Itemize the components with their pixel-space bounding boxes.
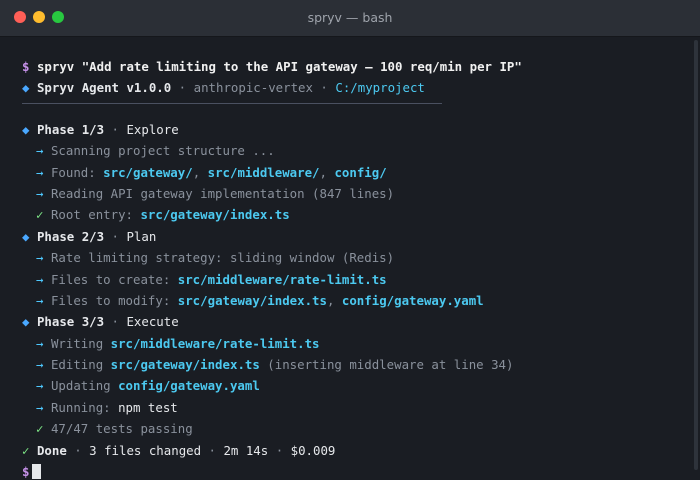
phases-list: ◆ Phase 1/3 · Explore → Scanning project … [22,119,682,440]
step-text: Root entry: [50,207,141,223]
separator: · [171,80,194,96]
step-value: src/middleware/rate-limit.ts [110,335,320,351]
phase-step: ✓ 47/47 tests passing [22,418,682,439]
phase-name: Plan [126,228,157,244]
step-suffix: , [319,164,335,180]
agent-name: Spryv Agent v1.0.0 [36,80,172,96]
diamond-icon: ◆ [22,80,30,96]
step-value: src/middleware/rate-limit.ts [177,271,387,287]
step-value: npm test [118,399,178,415]
phase-step: ✓ Root entry: src/gateway/index.ts [22,204,682,225]
step-value: config/gateway.yaml [118,378,260,394]
step-suffix: (inserting middleware at line 34) [259,357,514,373]
step-text: Running: [50,399,119,415]
step-value: src/gateway/index.ts [110,357,260,373]
check-icon: ✓ [22,442,30,458]
phase-header: ◆ Phase 3/3 · Execute [22,314,179,330]
phase-name: Execute [126,314,179,330]
phase-label: Phase 1/3 [36,121,105,137]
divider [22,102,442,104]
diamond-icon: ◆ [22,228,30,244]
step-suffix: , [192,164,208,180]
step-text: Editing [50,357,111,373]
done-label: Done [36,442,67,458]
prompt-symbol: $ [22,59,30,74]
separator: · [312,80,336,96]
check-icon: ✓ [36,207,44,223]
step-value: src/gateway/ [103,164,193,180]
cost: $0.009 [290,442,336,458]
step-text: Files to modify: [50,292,178,308]
phase-header: ◆ Phase 1/3 · Explore [22,121,179,137]
step-text: Files to create: [50,271,178,287]
text-cursor [32,464,42,480]
terminal-output: $ spryv "Add rate limiting to the API ga… [22,56,682,480]
phase-step: → Updating config/gateway.yaml [22,375,682,396]
arrow-right-icon: → [36,164,44,180]
prompt-line[interactable]: $ [22,461,682,480]
step-value: src/middleware/ [207,164,320,180]
phase-step: → Writing src/middleware/rate-limit.ts [22,333,682,354]
elapsed-time: 2m 14s [223,442,269,458]
phase-step: → Reading API gateway implementation (84… [22,183,682,204]
phase-step: → Editing src/gateway/index.ts (insertin… [22,354,682,375]
phase-step: → Files to modify: src/gateway/index.ts,… [22,290,682,311]
step-value: config/ [334,164,387,180]
check-icon: ✓ [36,421,44,437]
step-value: src/gateway/index.ts [177,292,327,308]
window-title: spryv — bash [307,10,393,25]
command-line: $ spryv "Add rate limiting to the API ga… [22,56,682,77]
step-text: Found: [50,164,104,180]
step-value: config/gateway.yaml [341,292,484,308]
phase-step: → Scanning project structure ... [22,140,682,161]
phase-step: → Found: src/gateway/, src/middleware/, … [22,162,682,183]
agent-provider: anthropic-vertex [193,80,313,96]
arrow-right-icon: → [36,143,44,159]
arrow-right-icon: → [36,292,44,308]
arrow-right-icon: → [36,357,44,373]
step-value: src/gateway/index.ts [140,207,290,223]
phase-step: → Rate limiting strategy: sliding window… [22,247,682,268]
step-text: Reading API gateway implementation (847 … [50,185,395,201]
terminal-window: spryv — bash $ spryv "Add rate limiting … [0,0,700,480]
summary-line: ✓ Done · 3 files changed · 2m 14s · $0.0… [22,442,336,458]
arrow-right-icon: → [36,271,44,287]
arrow-right-icon: → [36,250,44,266]
title-bar: spryv — bash [0,0,700,37]
arrow-right-icon: → [36,185,44,201]
arrow-right-icon: → [36,399,44,415]
phase-step: → Running: npm test [22,397,682,418]
command-text: spryv "Add rate limiting to the API gate… [36,59,522,74]
arrow-right-icon: → [36,335,44,351]
diamond-icon: ◆ [22,314,30,330]
phase-label: Phase 3/3 [36,314,105,330]
step-suffix: , [326,292,342,308]
step-text: Writing [50,335,111,351]
step-text: Scanning project structure ... [50,143,275,159]
agent-path: C:/myproject [335,80,425,96]
agent-info-line: ◆ Spryv Agent v1.0.0 · anthropic-vertex … [22,77,682,98]
step-text: Rate limiting strategy: sliding window (… [50,250,395,266]
step-text: 47/47 tests passing [50,421,193,437]
phase-step: → Files to create: src/middleware/rate-l… [22,269,682,290]
files-changed: 3 files changed [89,442,202,458]
phase-name: Explore [126,121,179,137]
phase-header: ◆ Phase 2/3 · Plan [22,228,157,244]
arrow-right-icon: → [36,378,44,394]
diamond-icon: ◆ [22,121,30,137]
step-text: Updating [50,378,119,394]
scrollbar[interactable] [694,40,698,470]
phase-label: Phase 2/3 [36,228,105,244]
prompt-symbol: $ [22,464,30,480]
